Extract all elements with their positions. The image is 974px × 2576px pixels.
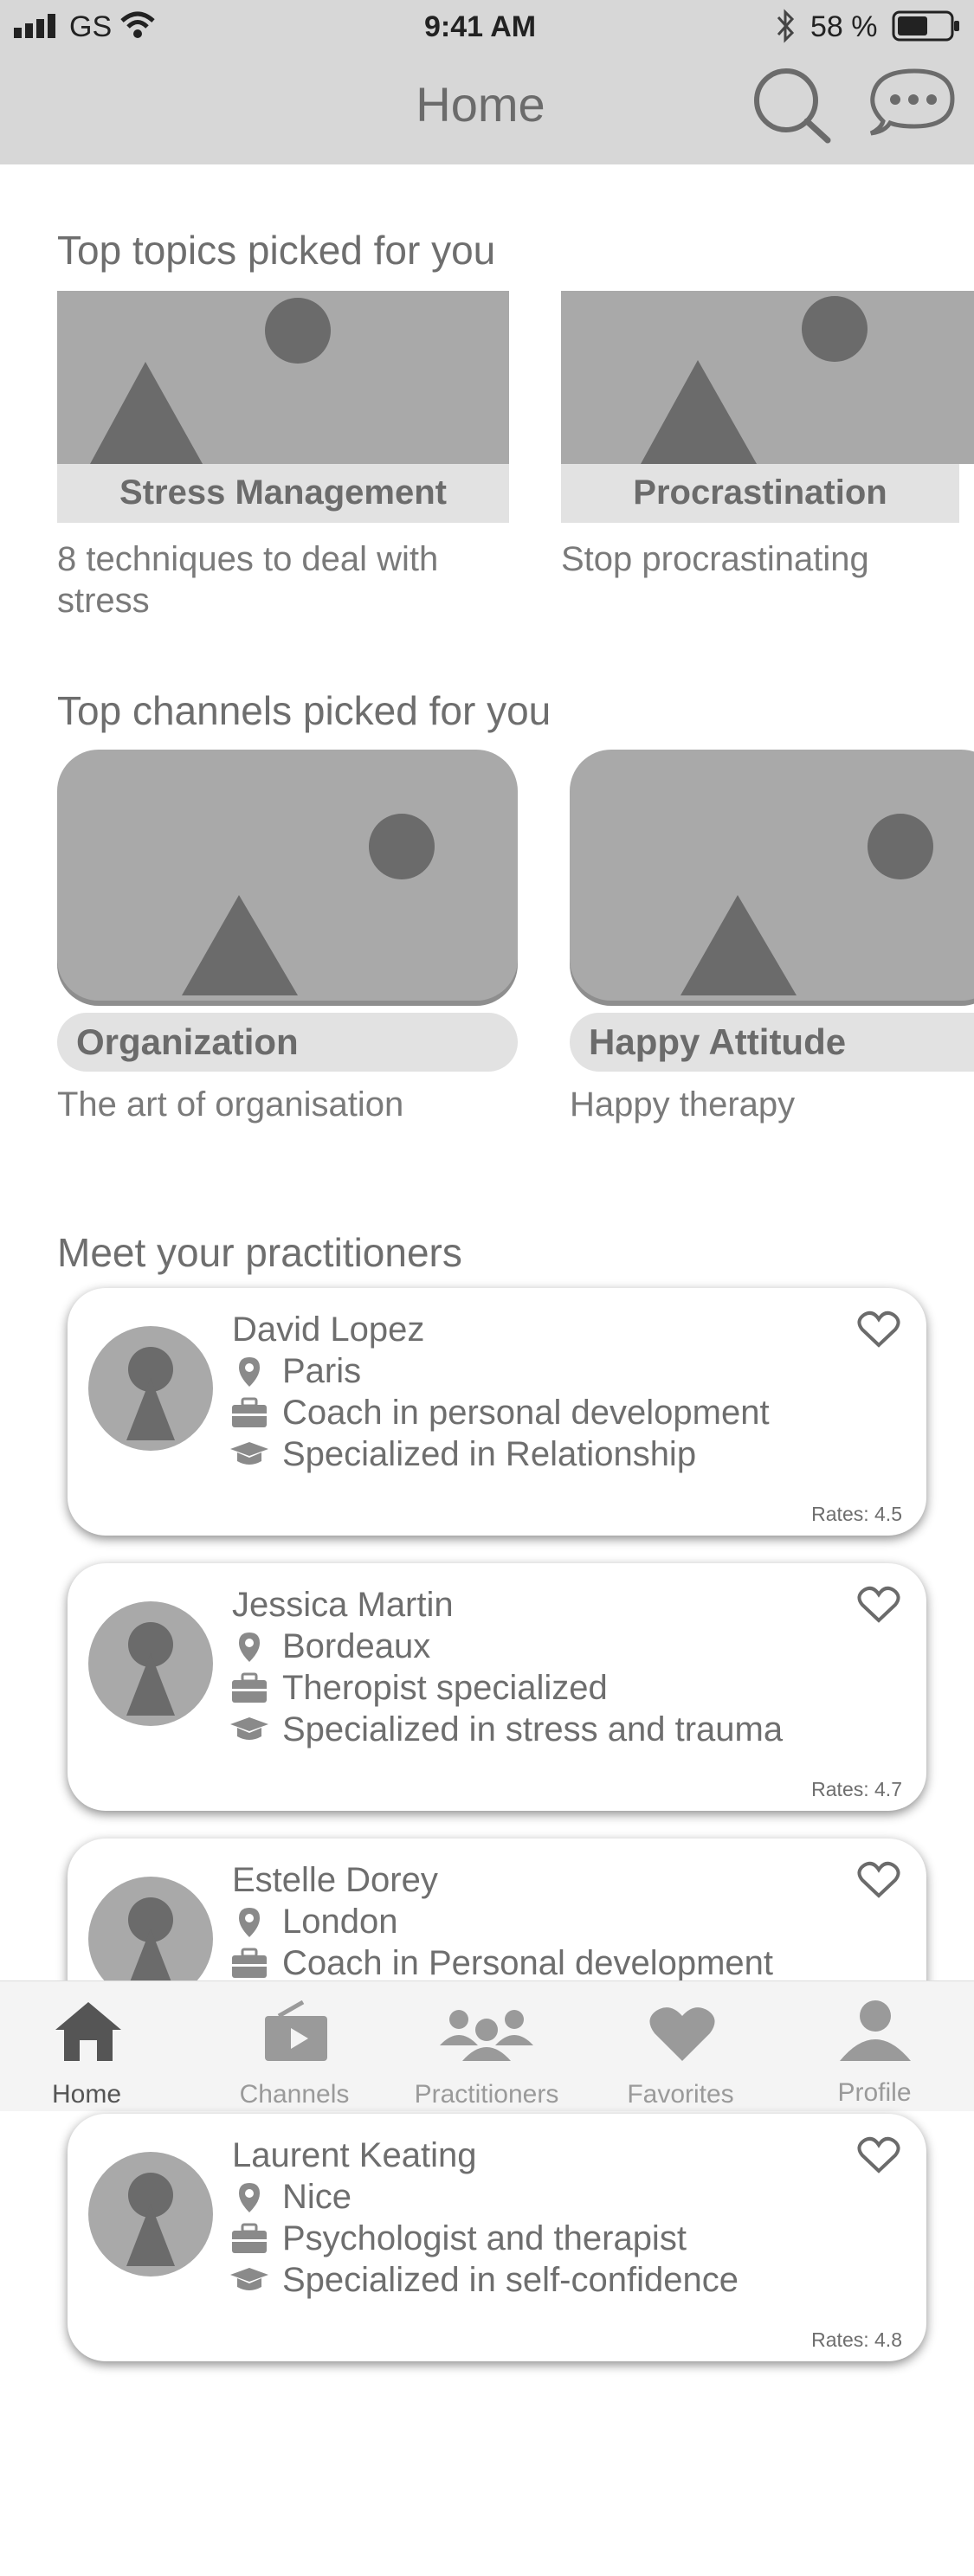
channels-heading: Top channels picked for you	[57, 688, 552, 733]
header-bar: GS 9:41 AM 58 % Home	[0, 0, 974, 164]
bluetooth-icon	[775, 9, 796, 48]
tab-label: Favorites	[627, 2080, 734, 2109]
practitioner-city: London	[282, 1903, 398, 1941]
graduation-cap-icon	[229, 1716, 270, 1748]
channel-image-placeholder	[570, 750, 974, 1001]
graduation-cap-icon	[229, 1440, 270, 1472]
wifi-icon	[119, 10, 156, 44]
practitioner-name: David Lopez	[232, 1311, 425, 1349]
location-pin-icon	[237, 1631, 261, 1668]
battery-percent: 58 %	[810, 10, 878, 43]
avatar	[88, 2152, 213, 2277]
heart-icon	[648, 2004, 717, 2067]
briefcase-icon	[230, 1948, 268, 1983]
practitioner-name: Estelle Dorey	[232, 1861, 438, 1899]
practitioner-rating: Rates: 4.8	[811, 2328, 902, 2351]
carrier-name: GS	[69, 10, 113, 43]
home-icon	[54, 2000, 123, 2067]
practitioner-city: Paris	[282, 1352, 362, 1390]
tab-label: Channels	[239, 2080, 350, 2109]
heart-outline-icon[interactable]	[857, 1311, 900, 1353]
tab-label: Home	[51, 2080, 122, 2109]
practitioners-heading: Meet your practitioners	[57, 1230, 462, 1275]
channels-icon	[261, 2000, 331, 2067]
practitioner-rating: Rates: 4.7	[811, 1778, 902, 1800]
practitioner-specialty: Specialized in stress and trauma	[282, 1710, 784, 1748]
briefcase-icon	[230, 1397, 268, 1433]
tab-channels[interactable]: Channels	[199, 1981, 390, 2111]
briefcase-icon	[230, 1672, 268, 1708]
signal-icon	[14, 14, 62, 42]
topic-description: 8 techniques to deal with stress	[57, 540, 439, 620]
practitioner-name: Jessica Martin	[232, 1586, 454, 1624]
practitioner-card[interactable]: David Lopez Paris Coach in personal deve…	[68, 1288, 926, 1536]
practitioner-job: Coach in personal development	[282, 1394, 770, 1432]
tab-bar: Home Channels Practitioners Favorites Pr…	[0, 1980, 974, 2111]
avatar	[88, 1601, 213, 1726]
briefcase-icon	[230, 2223, 268, 2258]
tab-home[interactable]: Home	[0, 1981, 173, 2111]
channel-card-happy-attitude[interactable]: Happy Attitude	[570, 750, 974, 1073]
location-pin-icon	[237, 1906, 261, 1943]
practitioner-job: Psychologist and therapist	[282, 2219, 687, 2257]
practitioner-card[interactable]: Jessica Martin Bordeaux Theropist specia…	[68, 1563, 926, 1811]
chat-bubble-icon[interactable]	[866, 66, 958, 143]
practitioner-job: Coach in Personal development	[282, 1944, 774, 1982]
practitioner-city: Nice	[282, 2178, 352, 2216]
location-pin-icon	[237, 1356, 261, 1393]
practitioners-icon	[435, 2007, 539, 2067]
topic-label: Stress Management	[57, 464, 509, 523]
profile-icon	[836, 1999, 914, 2067]
avatar	[88, 1326, 213, 1451]
heart-outline-icon[interactable]	[857, 1861, 900, 1903]
topic-card-procrastination[interactable]: Procrastination	[561, 291, 974, 523]
topic-description: Stop procrastinating	[561, 540, 869, 578]
practitioner-specialty: Specialized in Relationship	[282, 1435, 697, 1473]
topic-image-placeholder	[561, 291, 974, 464]
channel-label: Organization	[57, 1013, 518, 1072]
battery-icon	[892, 10, 961, 46]
heart-outline-icon[interactable]	[857, 2136, 900, 2179]
practitioner-specialty: Specialized in self-confidence	[282, 2261, 739, 2299]
status-time: 9:41 AM	[424, 10, 537, 43]
channel-description: Happy therapy	[570, 1085, 796, 1124]
practitioner-name: Laurent Keating	[232, 2136, 477, 2174]
location-pin-icon	[237, 2181, 261, 2219]
tab-label: Practitioners	[414, 2080, 559, 2109]
tab-profile[interactable]: Profile	[779, 1981, 970, 2111]
tab-practitioners[interactable]: Practitioners	[391, 1981, 582, 2111]
channel-description: The art of organisation	[57, 1085, 404, 1124]
topics-heading: Top topics picked for you	[57, 228, 496, 273]
channel-image-placeholder	[57, 750, 518, 1001]
practitioner-city: Bordeaux	[282, 1627, 431, 1665]
topic-image-placeholder	[57, 291, 509, 464]
channel-card-organization[interactable]: Organization	[57, 750, 518, 1073]
practitioner-job: Theropist specialized	[282, 1669, 608, 1707]
practitioner-card[interactable]: Laurent Keating Nice Psychologist and th…	[68, 2114, 926, 2361]
tab-favorites[interactable]: Favorites	[585, 1981, 776, 2111]
heart-outline-icon[interactable]	[857, 1586, 900, 1628]
graduation-cap-icon	[229, 2266, 270, 2298]
topic-card-stress[interactable]: Stress Management	[57, 291, 509, 523]
channel-label: Happy Attitude	[570, 1013, 974, 1072]
search-icon[interactable]	[751, 66, 835, 148]
topic-label: Procrastination	[561, 464, 959, 523]
practitioner-rating: Rates: 4.5	[811, 1503, 902, 1525]
tab-label: Profile	[837, 2078, 912, 2107]
